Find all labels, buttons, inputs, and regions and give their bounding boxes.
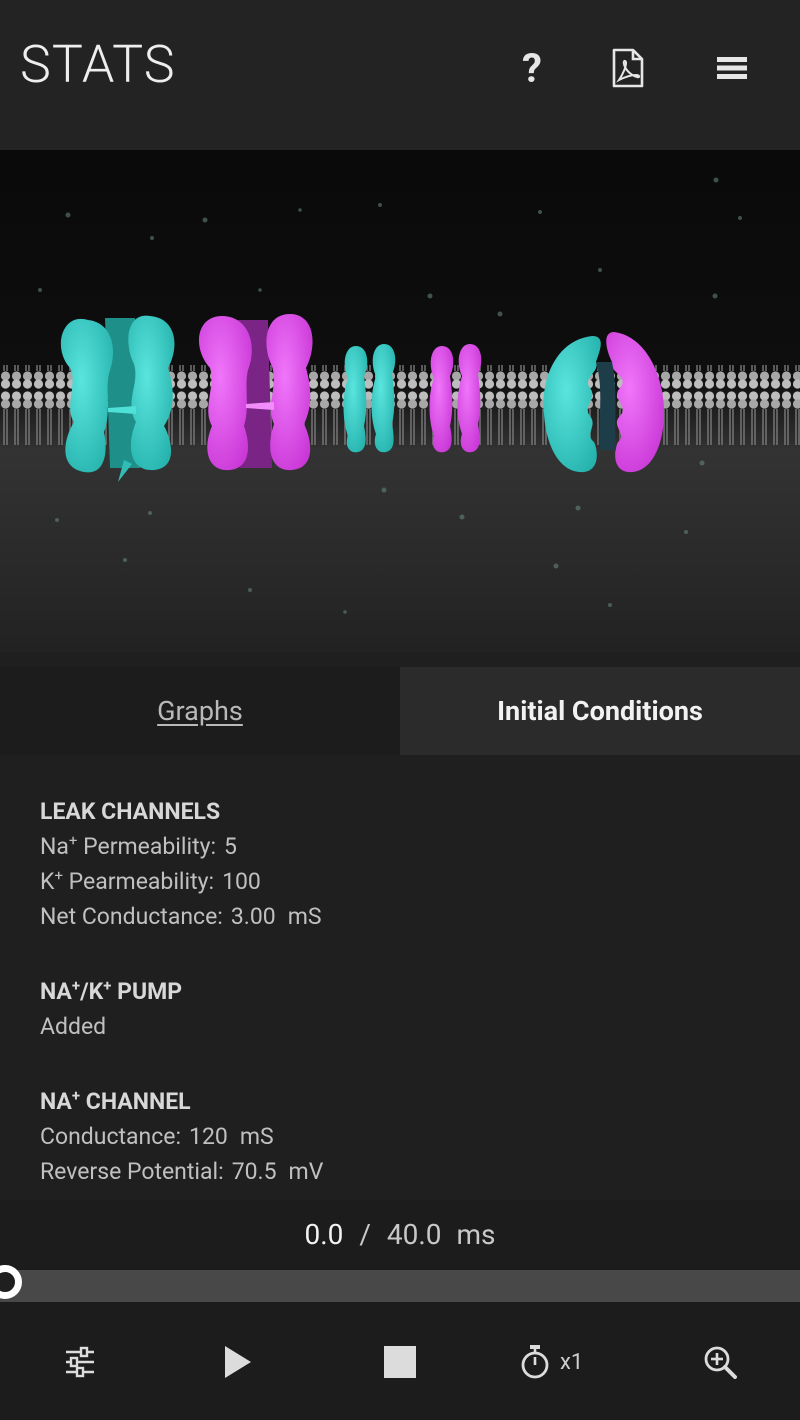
na-voltage-gated-channel	[60, 315, 175, 482]
sliders-icon	[66, 1346, 94, 1378]
zoom-in-icon	[704, 1346, 737, 1379]
section-title: NA+ CHANNEL	[40, 1084, 323, 1119]
app-title: STATS	[20, 34, 176, 95]
membrane-simulation-view[interactable]	[0, 150, 800, 652]
label-sup: +	[54, 866, 63, 885]
label-text: Conductance:	[40, 1123, 182, 1150]
conductance-row: Conductance: 120 mS	[40, 1119, 323, 1154]
title-sup: +	[71, 976, 81, 995]
label-text: K	[40, 868, 55, 895]
time-readout-bar: 0.0 / 40.0 ms	[0, 1200, 800, 1270]
label-text: Net Conductance:	[40, 903, 223, 930]
title-sup: +	[71, 1086, 81, 1105]
pdf-icon	[612, 48, 644, 88]
pump-status: Added	[40, 1013, 107, 1040]
app-header: STATS ?	[0, 0, 800, 150]
title-text: /K	[80, 978, 104, 1005]
k-voltage-gated-channel	[198, 314, 313, 471]
unit-text: mS	[287, 903, 322, 930]
tab-graphs[interactable]: Graphs	[0, 667, 400, 755]
na-permeability-value: 5	[224, 833, 237, 860]
label-text: Na	[40, 833, 69, 860]
stop-button[interactable]	[376, 1338, 424, 1386]
unit-text: mS	[239, 1123, 274, 1150]
time-separator: /	[359, 1218, 371, 1251]
play-button[interactable]	[214, 1338, 262, 1386]
section-title: NA+/K+ PUMP	[40, 974, 182, 1009]
stopwatch-icon	[521, 1345, 549, 1379]
total-time: 40.0	[386, 1218, 442, 1251]
stop-icon	[384, 1346, 416, 1378]
play-icon	[225, 1346, 251, 1378]
menu-button[interactable]	[708, 44, 756, 92]
net-conductance-value: 3.00	[230, 903, 276, 930]
reverse-potential-row: Reverse Potential: 70.5 mV	[40, 1154, 323, 1189]
reverse-potential-value: 70.5	[231, 1158, 277, 1185]
section-title: LEAK CHANNELS	[40, 798, 221, 825]
menu-icon	[717, 57, 747, 79]
conductance-value: 120	[189, 1123, 228, 1150]
title-text: NA	[40, 978, 72, 1005]
pdf-button[interactable]	[604, 44, 652, 92]
na-channel-section: NA+ CHANNEL Conductance: 120 mS Reverse Po…	[40, 1084, 323, 1189]
timeline-thumb[interactable]	[0, 1265, 22, 1299]
k-permeability-row: K+ Pearmeability: 100	[40, 864, 322, 899]
timeline-slider[interactable]	[0, 1265, 800, 1302]
label-text: Reverse Potential:	[40, 1158, 224, 1185]
pump-section: NA+/K+ PUMP Added	[40, 974, 182, 1044]
speed-button[interactable]: x1	[520, 1338, 610, 1386]
help-icon: ?	[522, 44, 542, 92]
zoom-button[interactable]	[696, 1338, 744, 1386]
tab-initial-conditions-label: Initial Conditions	[497, 695, 703, 727]
current-time: 0.0	[304, 1218, 344, 1251]
title-text: CHANNEL	[80, 1088, 191, 1115]
tab-bar: Graphs Initial Conditions	[0, 667, 800, 755]
k-permeability-value: 100	[222, 868, 261, 895]
settings-button[interactable]	[56, 1338, 104, 1386]
label-text: Permeability:	[77, 833, 217, 860]
label-text: Pearmeability:	[62, 868, 215, 895]
na-k-pump	[543, 332, 664, 473]
leak-channels-section: LEAK CHANNELS Na + Permeability: 5 K+ Pear…	[40, 794, 322, 934]
title-text: PUMP	[111, 978, 183, 1005]
net-conductance-row: Net Conductance: 3.00 mS	[40, 899, 322, 934]
speed-label: x1	[560, 1349, 584, 1375]
unit-text: mV	[288, 1158, 324, 1185]
na-permeability-row: Na+ Permeability: 5	[40, 829, 322, 864]
playback-controls: x1	[0, 1302, 800, 1420]
time-readout: 0.0 / 40.0 ms	[0, 1218, 800, 1251]
membrane-illustration	[0, 177, 800, 614]
help-button[interactable]: ?	[508, 44, 556, 92]
tab-graphs-label: Graphs	[157, 695, 243, 727]
title-text: NA	[40, 1088, 72, 1115]
time-unit: ms	[456, 1218, 496, 1251]
tab-initial-conditions[interactable]: Initial Conditions	[400, 667, 800, 755]
